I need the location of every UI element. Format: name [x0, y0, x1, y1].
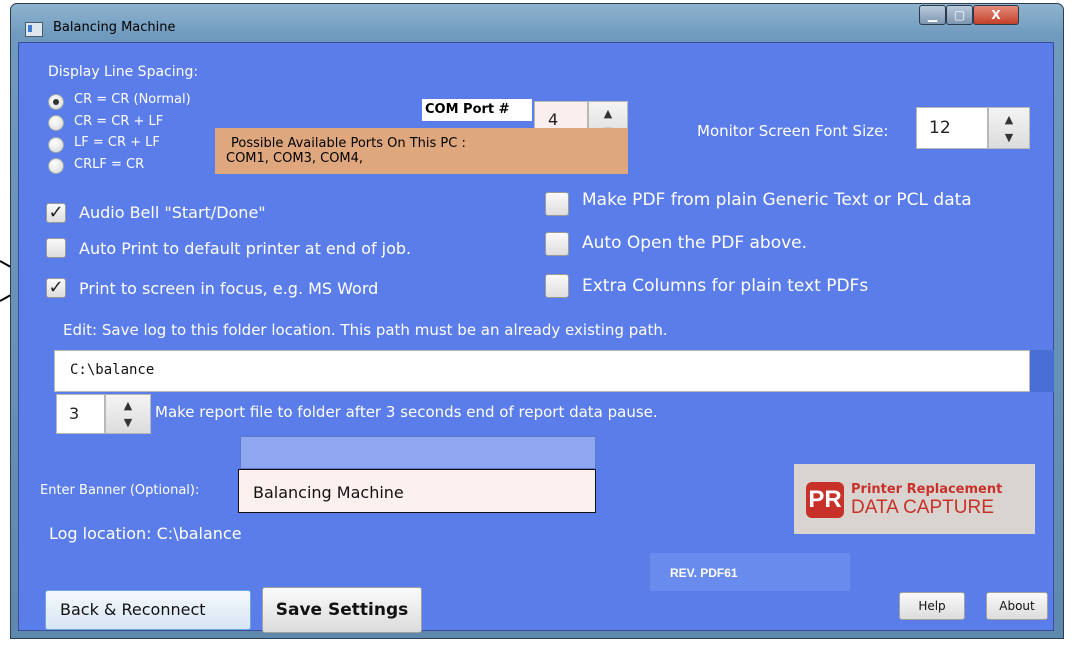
spin-up-icon[interactable]: ▲ — [589, 107, 627, 120]
radio-cr-lf[interactable] — [48, 115, 64, 131]
auto-print-label: Auto Print to default printer at end of … — [79, 239, 412, 258]
font-size-label: Monitor Screen Font Size: — [697, 122, 889, 140]
banner-drop-area — [240, 436, 596, 469]
pause-label: Make report file to folder after 3 secon… — [155, 403, 658, 421]
maximize-button[interactable]: ▢ — [946, 5, 973, 25]
save-settings-button[interactable]: Save Settings — [262, 587, 422, 633]
app-window: Balancing Machine ▁ ▢ X Display Line Spa… — [10, 3, 1064, 639]
logo-pr-mark: PR — [806, 482, 844, 518]
printer-replacement-logo: PR Printer Replacement DATA CAPTURE — [794, 464, 1035, 534]
radio-lf-crlf[interactable] — [48, 137, 64, 153]
extra-columns-label: Extra Columns for plain text PDFs — [582, 276, 869, 296]
log-folder-input[interactable]: C:\balance — [54, 350, 1030, 392]
make-pdf-label: Make PDF from plain Generic Text or PCL … — [582, 190, 972, 210]
print-to-screen-checkbox[interactable]: ✓ — [46, 278, 66, 298]
close-button[interactable]: X — [973, 5, 1019, 25]
revision-badge: REV. PDF61 — [650, 553, 850, 591]
make-pdf-checkbox[interactable] — [545, 192, 569, 216]
auto-print-checkbox[interactable] — [46, 238, 66, 258]
spin-down-icon[interactable]: ▼ — [989, 131, 1029, 144]
back-reconnect-button[interactable]: Back & Reconnect — [45, 590, 251, 630]
app-icon — [25, 22, 43, 37]
log-folder-label: Edit: Save log to this folder location. … — [63, 321, 668, 339]
revision-text: REV. PDF61 — [670, 566, 738, 580]
radio-label: CR = CR (Normal) — [74, 92, 191, 107]
banner-label: Enter Banner (Optional): — [40, 483, 200, 498]
print-to-screen-label: Print to screen in focus, e.g. MS Word — [79, 279, 379, 298]
window-title: Balancing Machine — [53, 20, 176, 35]
pause-seconds-input[interactable]: 3 — [56, 394, 105, 434]
settings-panel: Display Line Spacing: CR = CR (Normal) C… — [18, 42, 1054, 633]
com-port-label: COM Port # — [422, 99, 532, 121]
font-size-stepper[interactable]: ▲ ▼ — [988, 107, 1030, 149]
com-ports-info: Possible Available Ports On This PC : CO… — [215, 128, 628, 174]
auto-open-pdf-checkbox[interactable] — [545, 232, 569, 256]
radio-label: CR = CR + LF — [74, 114, 164, 129]
about-button[interactable]: About — [986, 592, 1048, 620]
extra-columns-checkbox[interactable] — [545, 274, 569, 298]
log-folder-scroll-handle[interactable] — [1030, 350, 1054, 392]
spin-down-icon[interactable]: ▼ — [106, 416, 150, 429]
spin-up-icon[interactable]: ▲ — [106, 399, 150, 412]
com-ports-info-title: Possible Available Ports On This PC : — [231, 136, 466, 151]
help-button[interactable]: Help — [899, 592, 965, 620]
audio-bell-checkbox[interactable]: ✓ — [46, 203, 66, 223]
auto-open-pdf-label: Auto Open the PDF above. — [582, 233, 808, 253]
font-size-input[interactable]: 12 — [916, 107, 988, 149]
spin-up-icon[interactable]: ▲ — [989, 113, 1029, 126]
audio-bell-label: Audio Bell "Start/Done" — [79, 203, 266, 222]
logo-line-2: DATA CAPTURE — [851, 497, 994, 518]
radio-label: CRLF = CR — [74, 157, 145, 172]
radio-crlf-cr[interactable] — [48, 158, 64, 174]
radio-cr-normal[interactable] — [48, 94, 64, 110]
title-bar[interactable]: Balancing Machine ▁ ▢ X — [11, 4, 1063, 42]
radio-label: LF = CR + LF — [74, 135, 160, 150]
minimize-button[interactable]: ▁ — [919, 5, 946, 25]
log-location-text: Log location: C:\balance — [49, 524, 242, 543]
pause-seconds-stepper[interactable]: ▲ ▼ — [105, 394, 151, 434]
com-ports-list: COM1, COM3, COM4, — [226, 151, 364, 166]
line-spacing-label: Display Line Spacing: — [48, 64, 199, 80]
banner-input[interactable]: Balancing Machine — [238, 469, 596, 513]
logo-line-1: Printer Replacement — [851, 482, 1003, 497]
